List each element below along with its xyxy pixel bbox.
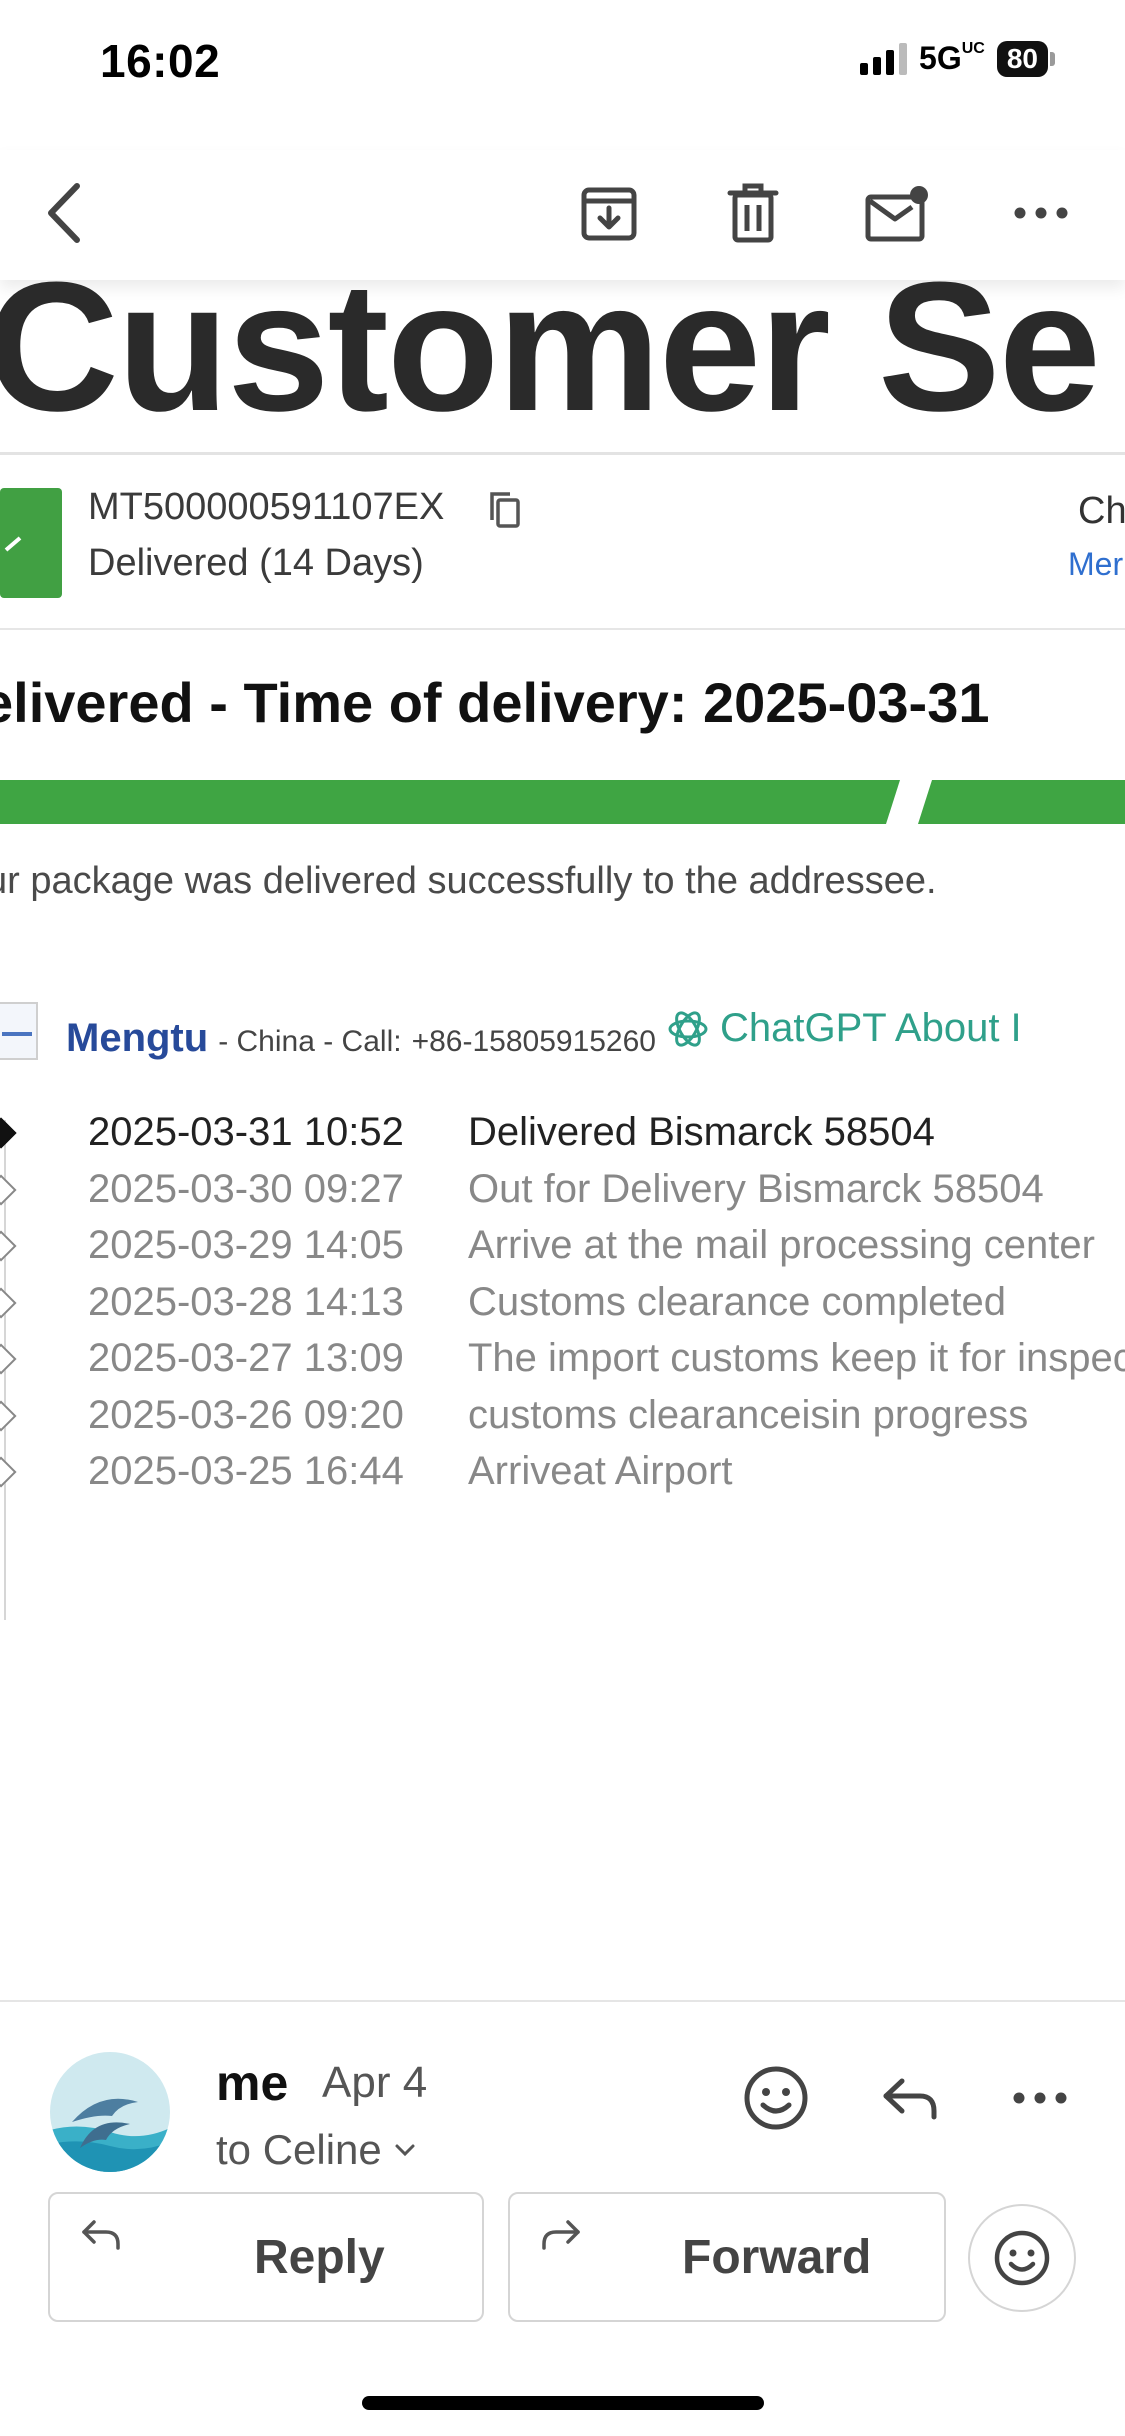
delivery-status: Delivered (14 Days) [88,542,424,584]
archive-download-icon [581,187,637,241]
archive-button[interactable] [564,168,654,258]
status-indicators: 5GUC 80 [860,40,1055,77]
copy-icon[interactable] [488,490,522,535]
add-reaction-button[interactable] [726,2048,826,2148]
sent-date: Apr 4 [322,2058,428,2107]
event-datetime: 2025-03-29 14:05 [88,1223,404,1267]
event-description: customs clearanceisin progress [468,1392,1029,1437]
avatar[interactable] [50,2052,170,2172]
status-time: 16:02 [100,35,221,87]
event-description: Delivered Bismarck 58504 [468,1110,935,1154]
battery-level: 80 [996,40,1048,77]
event-datetime: 2025-03-25 16:44 [88,1449,404,1493]
event-datetime: 2025-03-26 09:20 [88,1392,404,1437]
event-description: The import customs keep it for inspec [468,1336,1125,1380]
delivery-message: ur package was delivered successfully to… [0,860,937,902]
forward-label: Forward [682,2231,872,2284]
forward-button[interactable]: Forward [508,2192,946,2322]
event-datetime: 2025-03-27 13:09 [88,1336,404,1380]
event-description: Arriveat Airport [468,1449,733,1493]
reply-icon [82,2220,120,2250]
more-horizontal-icon [1014,207,1068,219]
message-more-button[interactable] [990,2048,1090,2148]
reply-icon [883,2078,937,2120]
event-description: Out for Delivery Bismarck 58504 [468,1166,1044,1211]
recipients-toggle[interactable]: to Celine [216,2126,416,2174]
delete-button[interactable] [708,168,798,258]
timeline-dot-icon [0,1117,17,1149]
reply-button[interactable]: Reply [48,2192,484,2322]
timeline-dot-icon [0,1399,17,1432]
sender-name: me [216,2055,289,2111]
chatgpt-link[interactable]: ChatGPT About I [666,1006,1022,1051]
event-datetime: 2025-03-31 10:52 [88,1110,404,1154]
delivery-headline: elivered - Time of delivery: 2025-03-31 [0,671,990,734]
carrier-phone: +86-15805915260 [411,1024,656,1058]
event-datetime: 2025-03-30 09:27 [88,1166,404,1211]
delivered-status-icon [0,488,62,598]
timeline-dot-icon [0,1286,17,1319]
progress-bar-segment [0,780,900,824]
signal-icon [860,42,908,75]
battery-icon: 80 [996,40,1055,77]
divider [0,2000,1125,2002]
page-title: Customer Se [0,280,1101,449]
divider [0,628,1125,630]
reply-label: Reply [254,2231,385,2284]
mail-unread-icon [865,186,928,242]
event-datetime: 2025-03-28 14:13 [88,1279,404,1324]
progress-bar-segment [918,780,1125,824]
recipient-label: to Celine [216,2126,382,2173]
truncated-label: Ch [1078,490,1125,532]
divider [0,452,1125,455]
timeline-dot-icon [0,1456,17,1488]
forward-icon [542,2220,580,2250]
more-horizontal-icon [1013,2092,1067,2104]
chevron-down-icon [395,2144,415,2157]
event-description: Arrive at the mail processing center [468,1223,1095,1267]
network-label: 5GUC [919,40,985,76]
smiley-icon [994,2230,1050,2286]
chevron-left-icon [48,183,80,243]
emoji-reaction-button[interactable] [968,2204,1076,2312]
carrier-info: Mengtu - China - Call: +86-15805915260 C… [66,1006,1022,1061]
event-description: Customs clearance completed [468,1279,1007,1324]
reply-icon-button[interactable] [860,2048,960,2148]
trash-icon [727,183,779,243]
email-toolbar [0,150,1125,280]
email-body: Customer Se MT500000591107EX Delivered (… [0,280,1125,2000]
mark-unread-button[interactable] [852,168,942,258]
carrier-name[interactable]: Mengtu [66,1016,208,1061]
timeline-dot-icon [0,1173,17,1206]
home-indicator[interactable] [362,2396,764,2410]
carrier-logo [0,1002,38,1060]
more-options-button[interactable] [996,168,1086,258]
smiley-icon [744,2066,808,2130]
truncated-link[interactable]: Mer [1068,546,1123,583]
tracking-number: MT500000591107EX [88,486,445,528]
timeline-dot-icon [0,1343,17,1375]
back-button[interactable] [20,168,110,258]
carrier-details: - China - Call: [218,1024,402,1058]
chatgpt-logo-icon [668,1010,708,1047]
timeline-dot-icon [0,1230,17,1262]
